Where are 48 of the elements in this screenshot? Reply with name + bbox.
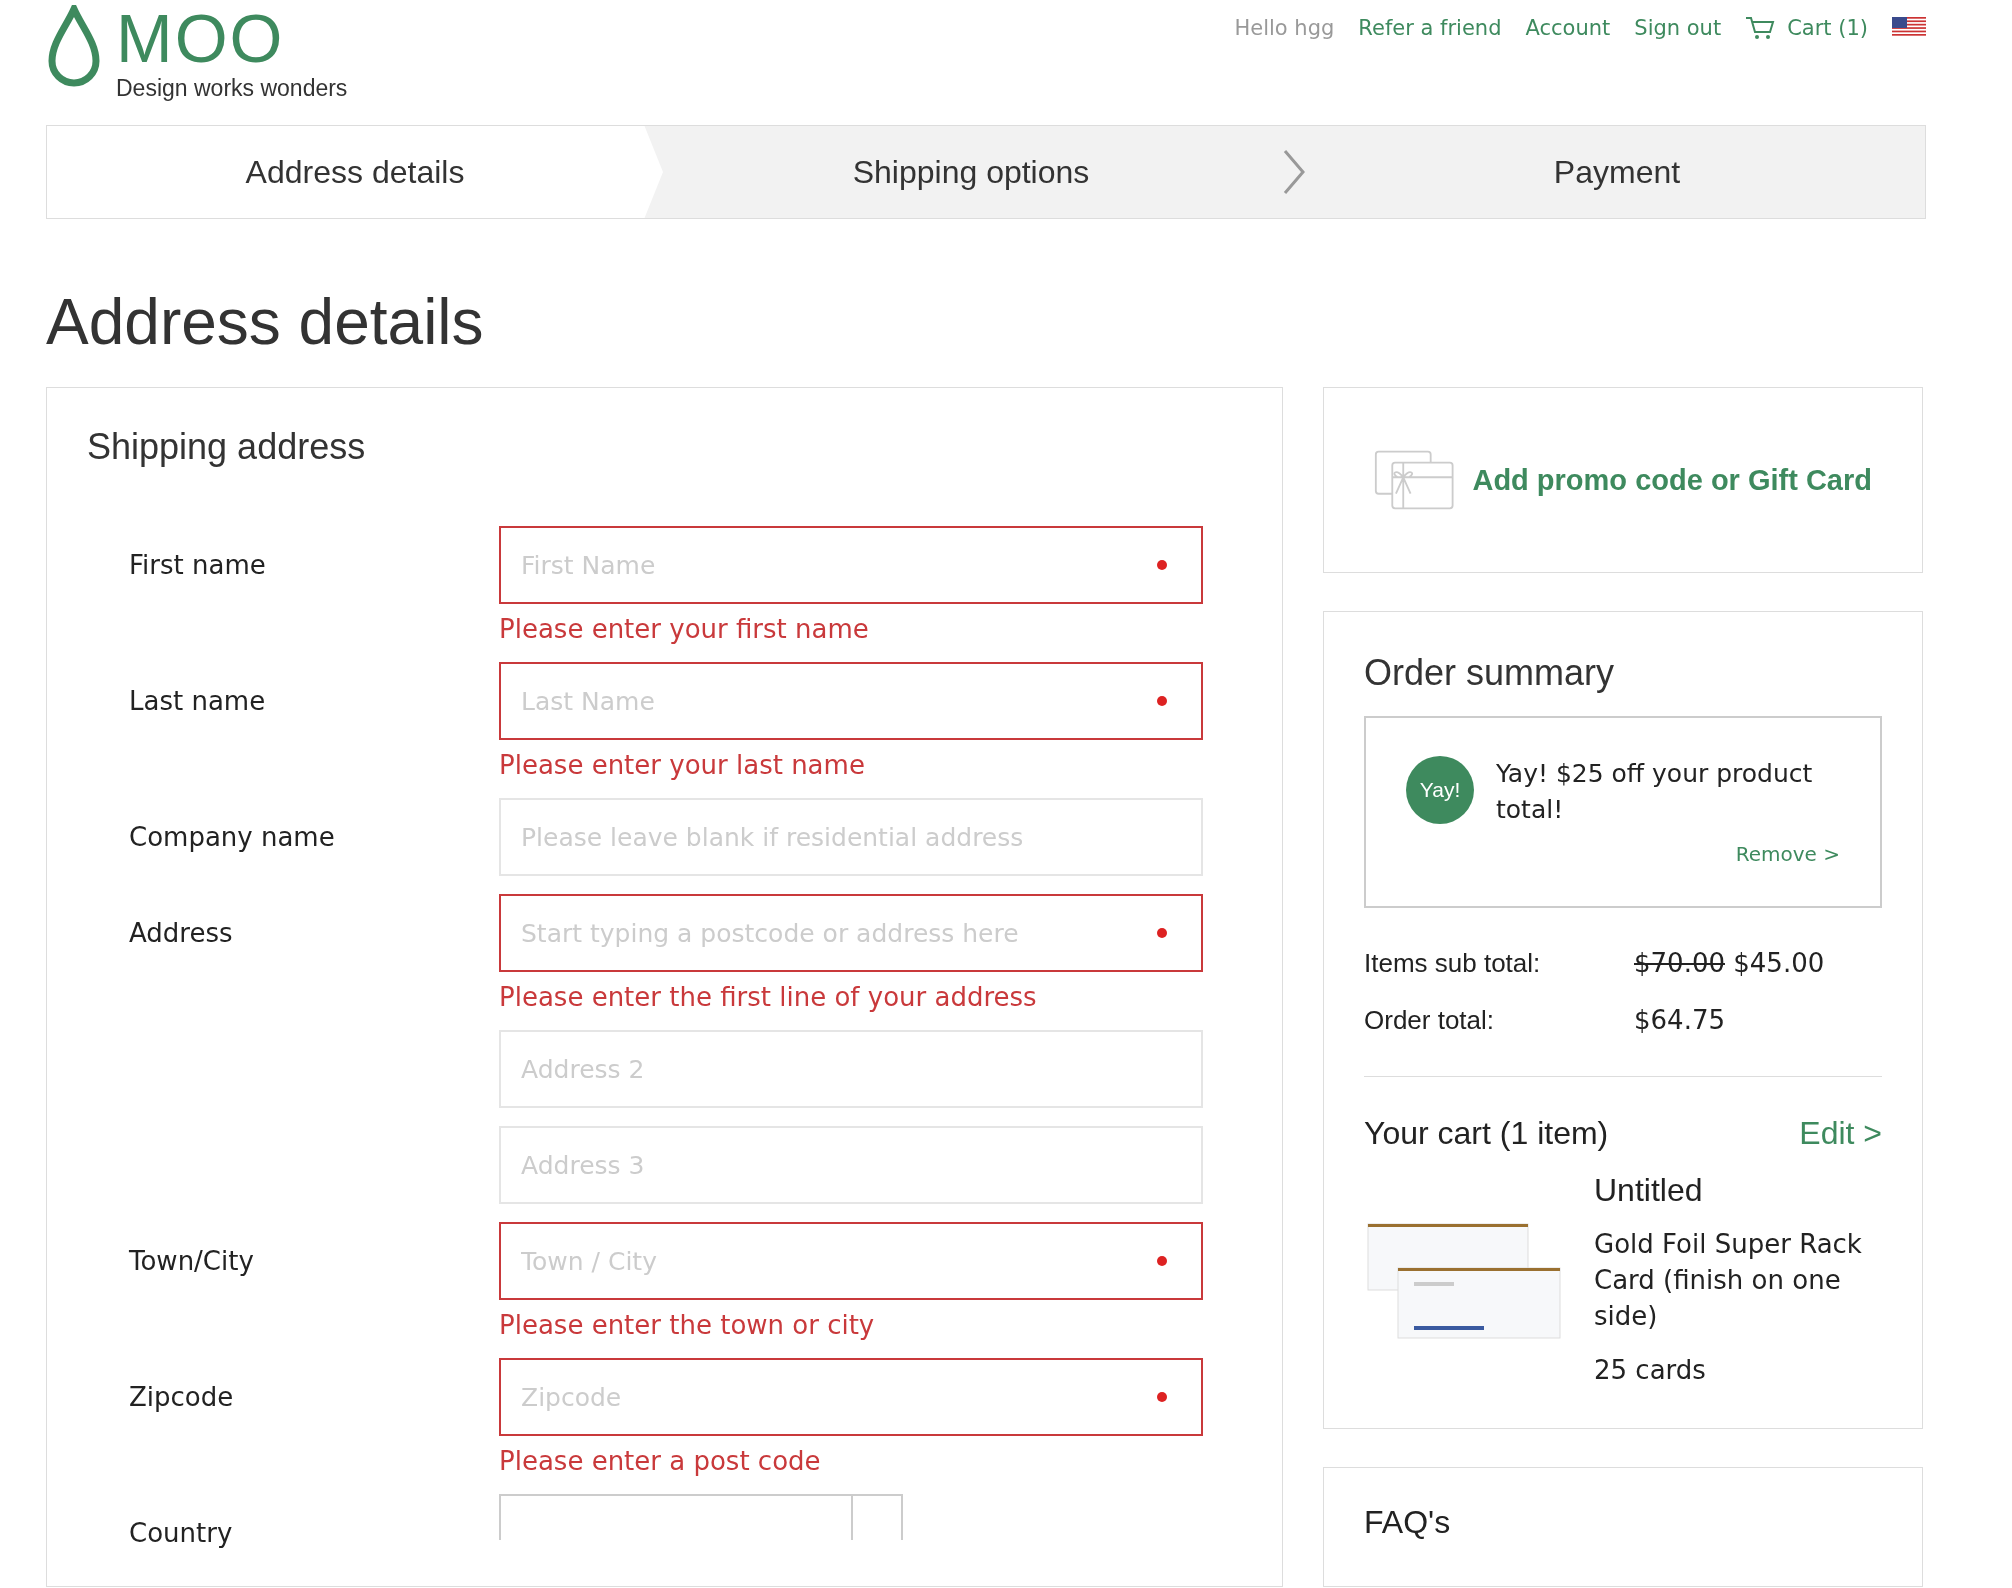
field-label: Address [128, 917, 234, 948]
error-message: Please enter the town or city [499, 1310, 876, 1340]
required-dot-icon [1157, 928, 1167, 938]
total-label: Items sub total: [1364, 948, 1542, 979]
summary-title: Order summary [1364, 652, 1616, 694]
promo-link[interactable]: Add promo code or Gift Card [1472, 463, 1872, 497]
old-price: $70.00 [1634, 948, 1725, 978]
yay-badge: Yay! [1406, 756, 1474, 824]
header-link[interactable]: Account [1525, 16, 1611, 40]
price: $45.00 [1733, 948, 1825, 978]
price: $64.75 [1634, 1005, 1725, 1035]
product-name: Gold Foil Super Rack Card (finish on one side) [1594, 1228, 1863, 1333]
logo-text[interactable]: MOO [116, 5, 348, 71]
quantity: 25 cards [1594, 1354, 1707, 1387]
field-label: Last name [128, 685, 267, 716]
field-label: Zipcode [128, 1381, 235, 1412]
cart-link[interactable]: Cart (1) [1787, 16, 1868, 40]
field-label: Town/City [128, 1245, 255, 1276]
error-message: Please enter a post code [499, 1446, 822, 1476]
error-message: Please enter the first line of your address [499, 982, 1038, 1012]
edit-link[interactable]: Edit > [1799, 1115, 1882, 1152]
required-dot-icon [1157, 560, 1167, 570]
header-link[interactable]: Refer a friend [1358, 16, 1502, 40]
field-label: First name [128, 549, 267, 580]
flag-icon[interactable] [1892, 17, 1926, 39]
tagline: Design works wonders [116, 75, 348, 102]
section-title: Shipping address [87, 426, 367, 468]
total-label: Order total: [1364, 1005, 1496, 1036]
discount-text: Yay! $25 off your product total! [1496, 758, 1814, 826]
required-dot-icon [1157, 1392, 1167, 1402]
step-tab[interactable]: Address details [47, 126, 663, 218]
required-dot-icon [1157, 1256, 1167, 1266]
remove-link[interactable]: Remove > [1735, 842, 1840, 866]
header-link[interactable]: Sign out [1634, 16, 1722, 40]
step-tab[interactable]: Shipping options [663, 126, 1279, 218]
page-title: Address details [46, 285, 485, 359]
cart-icon[interactable] [1745, 16, 1776, 40]
field-label: Company name [128, 821, 336, 852]
item-name: Untitled [1594, 1172, 1704, 1208]
greeting: Hello hgg [1234, 16, 1335, 40]
error-message: Please enter your first name [499, 614, 870, 644]
droplet-logo-icon[interactable] [46, 5, 102, 87]
error-message: Please enter your last name [499, 750, 866, 780]
step-tab[interactable]: Payment [1309, 126, 1925, 218]
field-label: Country [128, 1517, 234, 1548]
cart-title: Your cart (1 item) [1364, 1115, 1609, 1152]
required-dot-icon [1157, 696, 1167, 706]
faq-title: FAQ's [1364, 1504, 1451, 1540]
